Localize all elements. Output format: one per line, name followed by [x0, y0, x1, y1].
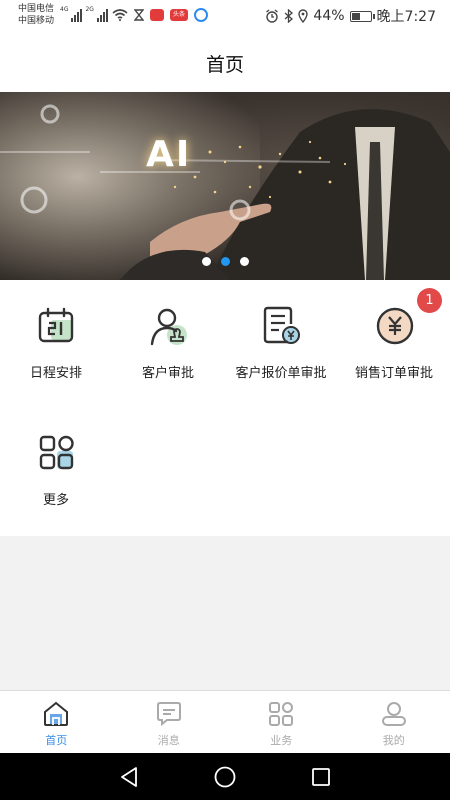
system-navigation-bar: [0, 753, 450, 800]
carousel-dot-2[interactable]: [220, 257, 230, 266]
carousel-dot-1[interactable]: [201, 257, 211, 266]
page-header: 首页: [0, 32, 450, 92]
sales-order-icon: [376, 307, 414, 345]
bluetooth-icon: [284, 9, 294, 23]
battery-icon: [349, 10, 375, 22]
carrier-info: 中国电信 中国移动: [18, 3, 54, 27]
calendar-icon: [38, 307, 74, 343]
hourglass-icon: [134, 9, 144, 21]
menu-item-customer-approval[interactable]: 客户审批: [112, 280, 224, 400]
menu-label: 客户审批: [141, 366, 194, 381]
menu-label: 客户报价单审批: [235, 366, 327, 381]
tab-messages[interactable]: 消息: [113, 691, 226, 753]
notification-icons: 头条: [112, 8, 208, 22]
alarm-icon: [266, 9, 279, 23]
browser-notification-icon: [194, 8, 208, 22]
network-type-2: 2G: [85, 6, 94, 13]
carousel-dots: [0, 257, 450, 266]
location-icon: [298, 9, 309, 23]
tab-home[interactable]: 首页: [0, 691, 113, 753]
home-icon: [44, 701, 69, 726]
status-bar: 中国电信 中国移动 4G 2G 头条 44% 晚上7:27: [0, 0, 450, 32]
tab-profile[interactable]: 我的: [338, 691, 450, 753]
message-icon: [156, 702, 181, 727]
tab-label: 首页: [45, 734, 68, 747]
battery-percent: 44%: [313, 8, 345, 24]
banner-image: [0, 104, 450, 280]
quote-approval-icon: [263, 306, 300, 344]
menu-label: 更多: [42, 493, 69, 508]
function-grid: 日程安排 客户审批 客户报价单审批 销售订单审批 更多: [0, 280, 450, 536]
tab-label: 消息: [157, 734, 180, 747]
carousel-dot-3[interactable]: [239, 257, 249, 266]
banner-carousel[interactable]: AI: [0, 92, 450, 280]
recents-icon[interactable]: [309, 765, 333, 789]
menu-item-quote-approval[interactable]: 客户报价单审批: [225, 280, 337, 400]
signal-group: 4G 2G: [60, 6, 108, 22]
carrier-2: 中国移动: [18, 16, 55, 26]
wifi-icon: [112, 9, 128, 21]
back-icon[interactable]: [117, 765, 141, 789]
tab-label: 业务: [270, 734, 293, 747]
page-title: 首页: [205, 54, 244, 76]
menu-item-more[interactable]: 更多: [0, 407, 112, 527]
status-right: 44% 晚上7:27: [265, 6, 436, 26]
app-notification-icon: [150, 9, 164, 21]
business-grid-icon: [269, 702, 294, 726]
signal-bars-icon: [71, 8, 83, 22]
carrier-1: 中国电信: [18, 4, 55, 14]
home-button-icon[interactable]: [213, 765, 237, 789]
signal-bars-icon: [96, 8, 108, 22]
clock: 晚上7:27: [376, 9, 436, 25]
banner-ai-text: AI: [146, 134, 192, 175]
toutiao-icon: 头条: [170, 9, 188, 21]
menu-item-schedule[interactable]: 日程安排: [0, 280, 112, 400]
profile-icon: [381, 702, 406, 726]
menu-label: 日程安排: [29, 366, 82, 381]
more-grid-icon: [39, 435, 74, 470]
menu-label: 销售订单审批: [354, 366, 433, 381]
network-type-1: 4G: [60, 6, 69, 13]
tab-business[interactable]: 业务: [225, 691, 338, 753]
customer-approval-icon: [150, 308, 187, 346]
sales-order-badge: 1: [417, 288, 442, 313]
bottom-tab-bar: 首页 消息 业务 我的: [0, 690, 450, 753]
tab-label: 我的: [382, 734, 405, 747]
